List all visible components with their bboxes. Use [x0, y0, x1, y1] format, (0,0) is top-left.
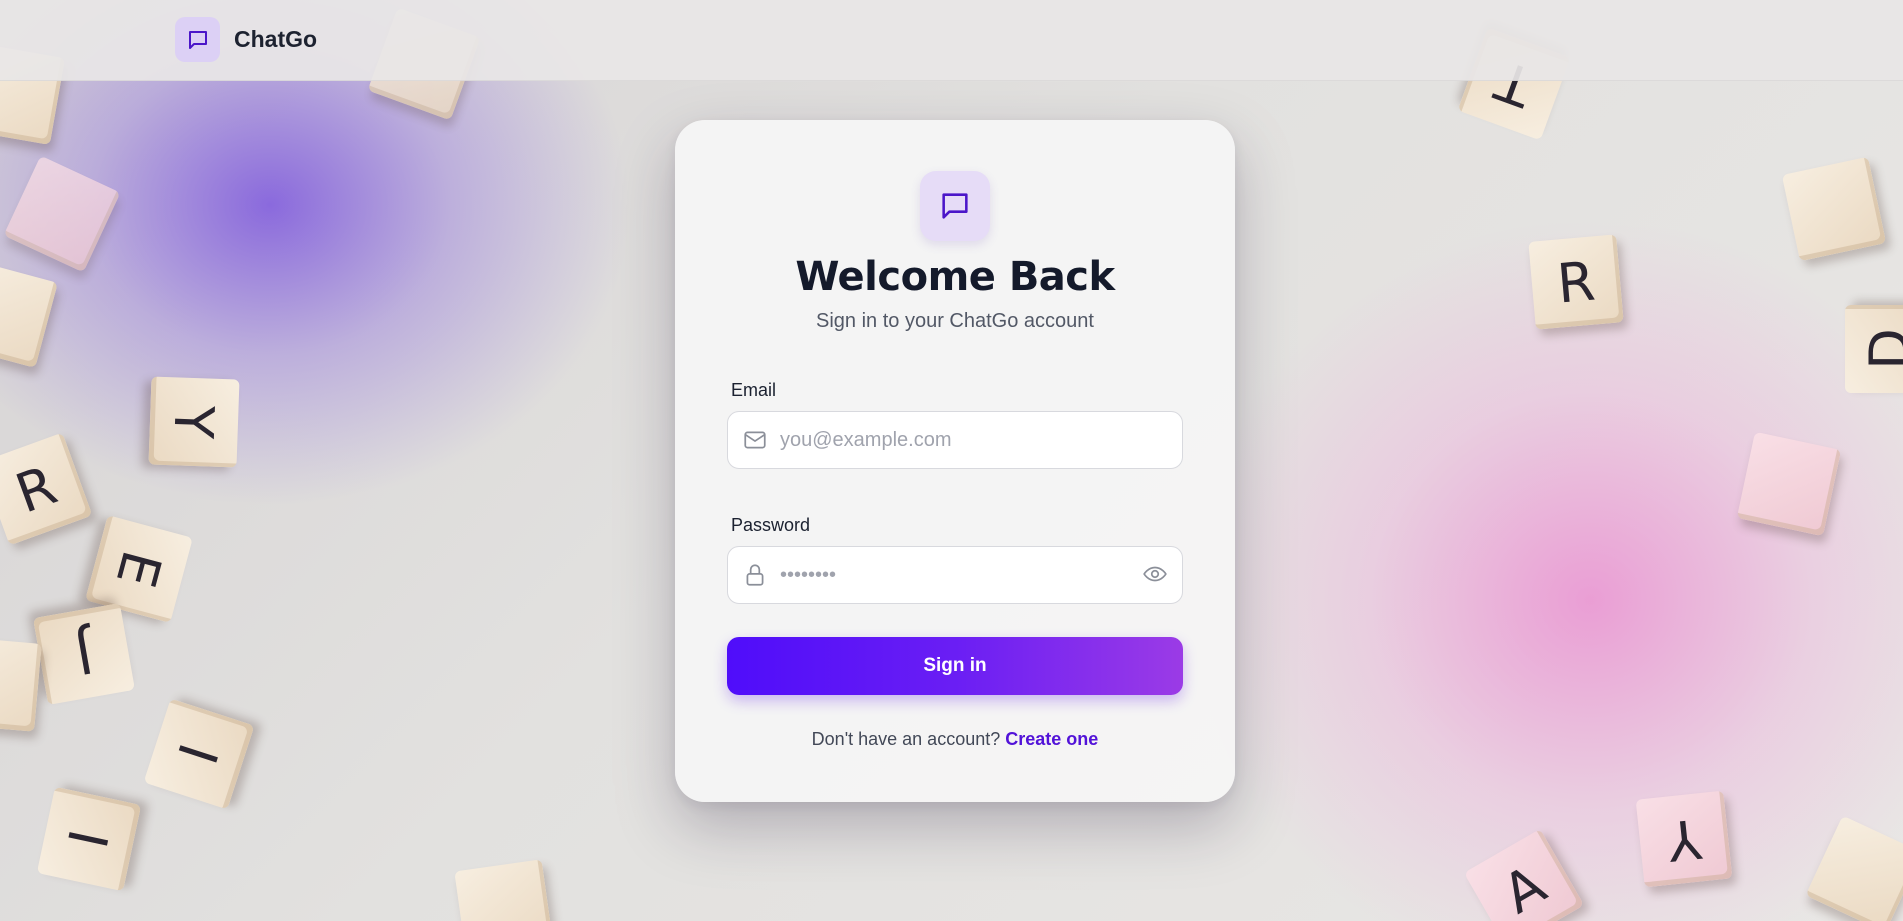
login-card: Welcome Back Sign in to your ChatGo acco… [675, 120, 1235, 802]
background-tile: J [33, 603, 135, 705]
background-tile: I [36, 786, 142, 892]
password-label: Password [731, 515, 811, 535]
signup-prompt-text: Don't have an account? [811, 729, 1001, 749]
tile-letter: E [104, 544, 174, 594]
mail-icon [742, 427, 768, 453]
tile-letter: R [7, 452, 65, 526]
eye-icon[interactable] [1142, 561, 1168, 587]
lock-icon [742, 562, 768, 588]
background-tile: Y [1635, 790, 1733, 888]
tile-letter: I [166, 736, 232, 772]
tile-letter: J [70, 621, 98, 687]
background-tile [1736, 431, 1842, 537]
chat-bubble-icon [920, 171, 990, 241]
signup-prompt: Don't have an account? Create one [675, 729, 1235, 750]
chat-bubble-icon [175, 17, 220, 62]
password-field-container [727, 546, 1183, 604]
create-account-link[interactable]: Create one [1005, 729, 1098, 749]
background-tile: R [0, 432, 93, 546]
background-tile: R [1528, 234, 1624, 330]
tile-letter: D [1858, 328, 1903, 370]
background-tile: I [143, 698, 255, 810]
brand-name: ChatGo [234, 26, 318, 52]
background-tile [0, 260, 58, 368]
tile-letter: Y [161, 404, 227, 440]
password-input[interactable] [778, 547, 1122, 604]
tile-letter: R [1554, 248, 1598, 316]
background-tile [1781, 156, 1887, 262]
page-title: Welcome Back [795, 254, 1115, 300]
background-tile [454, 859, 554, 921]
email-label: Email [731, 380, 777, 400]
background-tile [0, 636, 42, 732]
page-subtitle: Sign in to your ChatGo account [816, 310, 1094, 332]
background-tile [3, 155, 121, 273]
brand-logo[interactable]: ChatGo [175, 17, 317, 62]
sign-in-button[interactable]: Sign in [727, 637, 1183, 695]
email-input[interactable] [778, 412, 1122, 469]
background-tile: D [1845, 305, 1903, 393]
tile-letter: I [56, 824, 122, 854]
tile-letter: A [1492, 852, 1556, 921]
background-tile [1805, 815, 1903, 921]
tile-letter: Y [1664, 805, 1704, 873]
background-tile: A [1463, 828, 1585, 921]
email-field-container [727, 411, 1183, 469]
top-navbar: ChatGo [0, 0, 1903, 81]
background-tile: Y [148, 376, 240, 468]
